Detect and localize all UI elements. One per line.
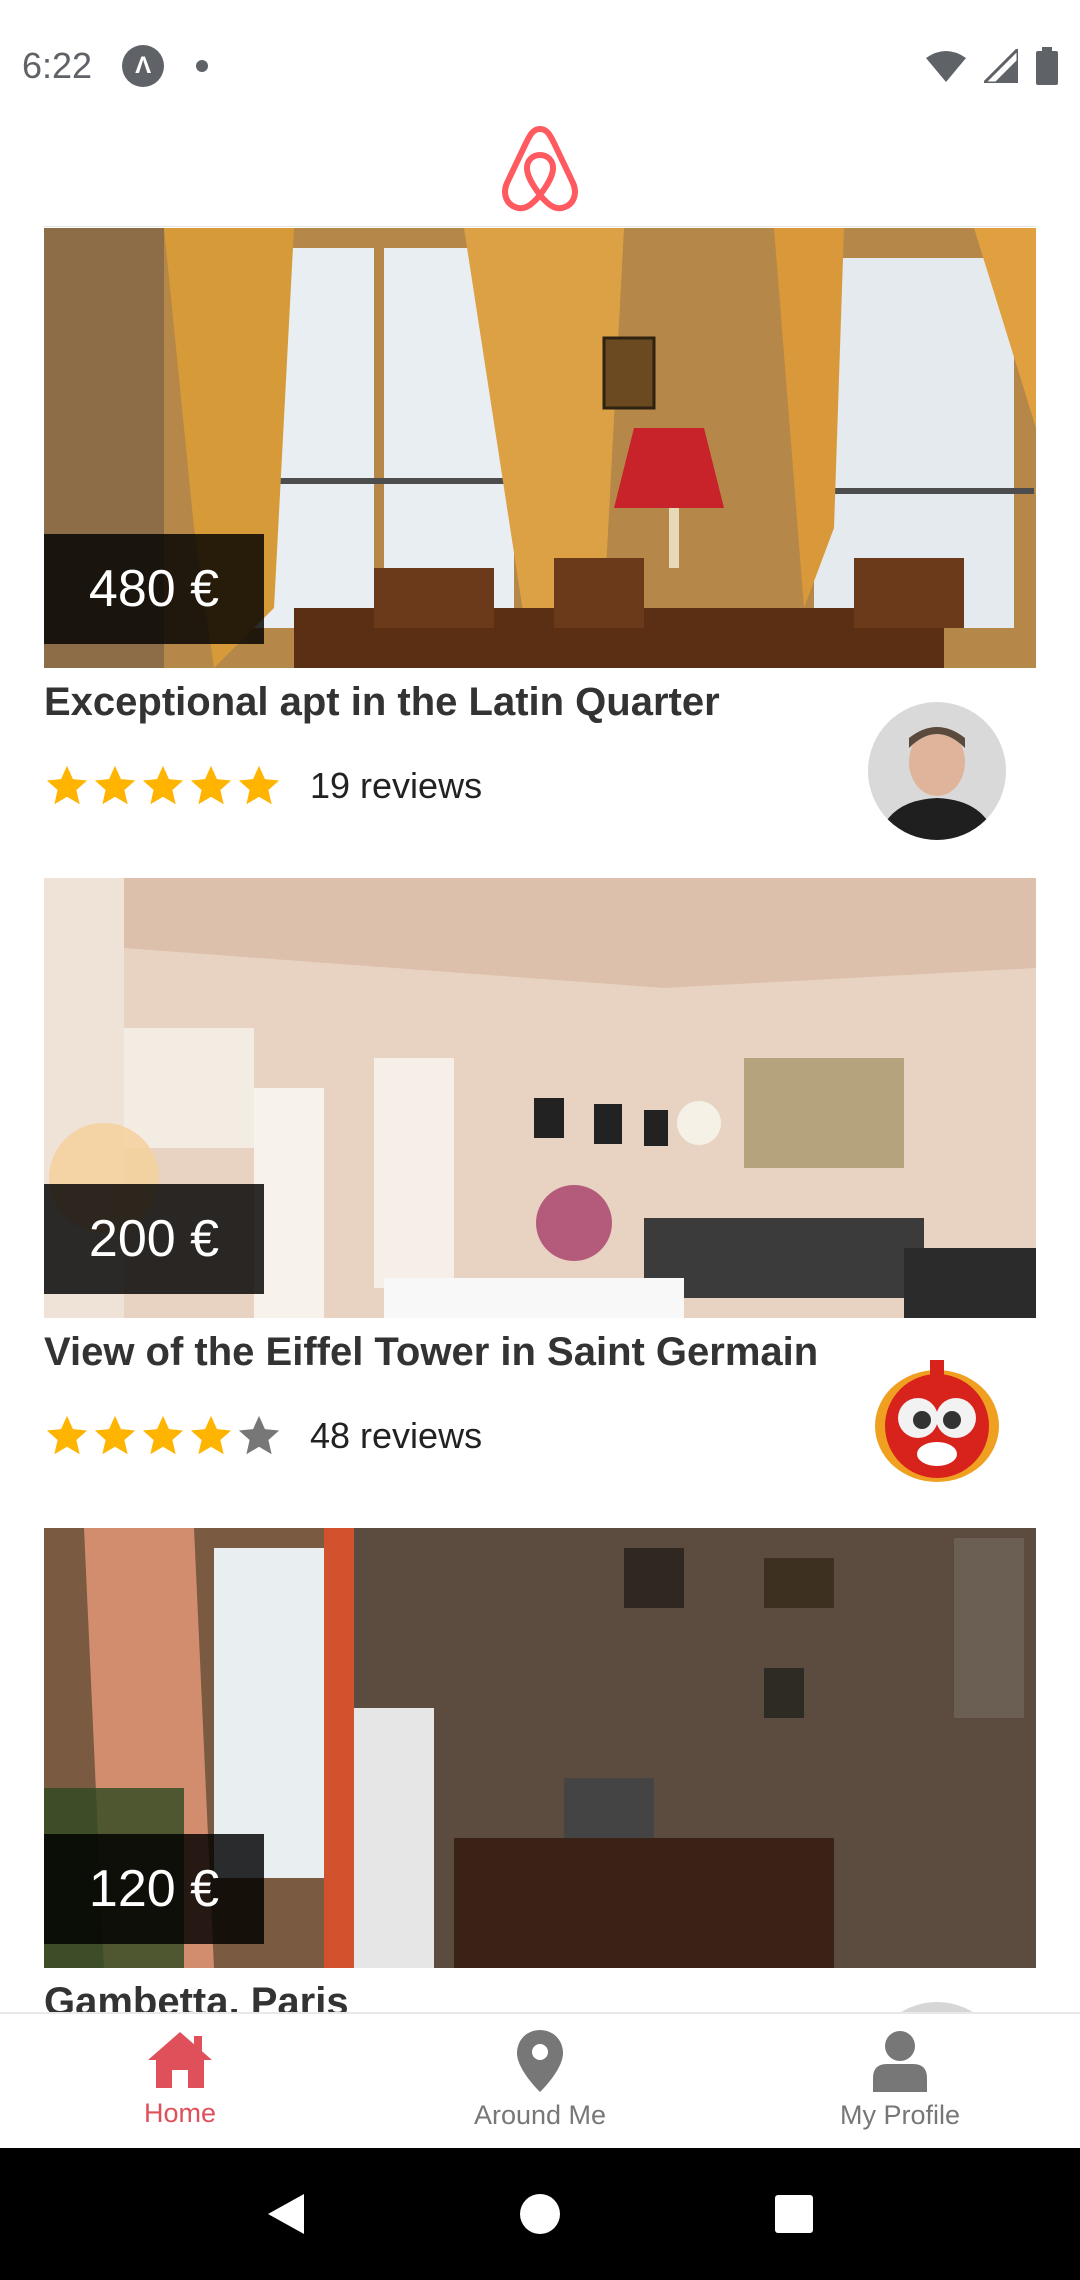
star-icon [46,765,88,805]
listing-card[interactable]: 200 € View of the Eiffel Tower in Saint … [44,878,1036,1498]
status-icons [926,47,1058,85]
nav-around-me[interactable]: Around Me [360,2014,720,2148]
listing-card[interactable]: 480 € Exceptional apt in the Latin Quart… [44,228,1036,848]
star-icon [190,1415,232,1455]
star-icon [238,765,280,805]
listing-title[interactable]: Gambetta, Paris [44,1980,864,2012]
star-icon [46,1415,88,1455]
review-count: 19 reviews [310,765,483,806]
listing-photo[interactable]: 120 € [44,1528,1036,1968]
listing-title[interactable]: View of the Eiffel Tower in Saint Germai… [44,1330,864,1375]
listing-card[interactable]: 120 € Gambetta, Paris [44,1528,1036,2012]
nav-home[interactable]: Home [0,2014,360,2148]
star-icon [94,1415,136,1455]
listing-list[interactable]: 480 € Exceptional apt in the Latin Quart… [0,226,1080,2012]
star-icon [142,1415,184,1455]
rating-stars [44,1413,282,1459]
status-time: 6:22 [22,45,93,86]
wifi-icon [926,51,966,82]
cell-signal-icon [984,49,1018,83]
notification-dot-icon [196,60,209,72]
star-icon [190,765,232,805]
nav-my-profile-label: My Profile [839,2100,961,2130]
app-header [0,112,1080,224]
user-icon [873,2031,927,2092]
review-count: 48 reviews [310,1415,483,1456]
price-tag: 480 € [44,534,264,644]
divider [44,226,1036,227]
listing-photo[interactable]: 480 € [44,228,1036,668]
nav-around-me-label: Around Me [473,2100,607,2130]
back-icon[interactable] [266,2192,306,2236]
star-empty-icon [238,1415,280,1455]
map-pin-icon [517,2030,563,2092]
star-icon [142,765,184,805]
nav-my-profile[interactable]: My Profile [720,2014,1080,2148]
bottom-navigation: Home Around Me My Profile [0,2012,1080,2148]
battery-icon [1036,47,1058,85]
airbnb-logo-icon [502,126,578,212]
nav-home-label: Home [143,2098,217,2128]
rating-row: 48 reviews [44,1408,482,1464]
host-avatar[interactable] [868,702,1006,840]
notification-app-icon: Λ [122,45,165,87]
system-navigation-bar [0,2148,1080,2280]
price-tag: 200 € [44,1184,264,1294]
price-tag: 120 € [44,1834,264,1944]
host-avatar[interactable] [868,1352,1006,1490]
star-icon [94,765,136,805]
rating-stars [44,763,282,809]
host-avatar[interactable] [868,2002,1006,2012]
rating-row: 19 reviews [44,758,482,814]
listing-title[interactable]: Exceptional apt in the Latin Quarter [44,680,864,725]
listing-photo[interactable]: 200 € [44,878,1036,1318]
recents-icon[interactable] [774,2194,814,2234]
home-circle-icon[interactable] [519,2193,561,2235]
home-icon [148,2032,212,2088]
